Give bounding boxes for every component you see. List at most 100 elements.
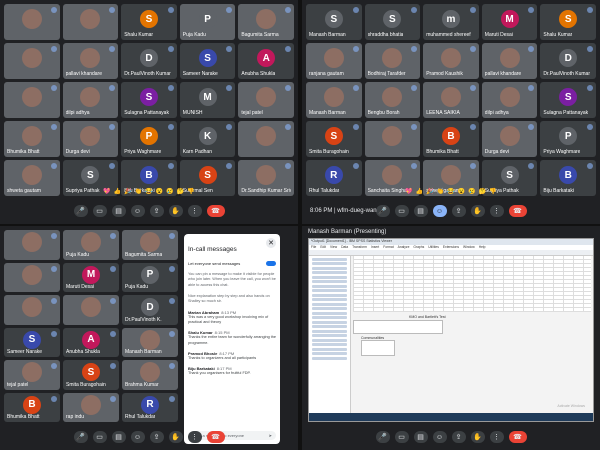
captions-icon[interactable]: ▤ [111, 205, 126, 217]
present-icon[interactable]: ⇪ [451, 205, 466, 217]
reaction-emoji[interactable]: 😢 [468, 188, 475, 198]
camera-icon[interactable]: ▭ [92, 431, 107, 443]
reaction-emoji[interactable]: 🎉 [124, 188, 131, 198]
participant-tile[interactable]: Bhumika Bhatt [4, 121, 60, 157]
present-icon[interactable]: ⇪ [451, 431, 466, 443]
end-call-icon[interactable]: ☎ [508, 431, 527, 443]
participant-tile[interactable]: pallavi khandare [62, 43, 119, 79]
reaction-emoji[interactable]: 👎 [489, 188, 496, 198]
more-icon[interactable]: ⋮ [187, 431, 202, 443]
participant-tile[interactable]: Manash Barman [122, 327, 178, 357]
participant-tile[interactable]: Bengbu Borah [364, 82, 421, 118]
emoji-icon[interactable]: ☺ [432, 205, 447, 217]
mic-icon[interactable]: 🎤 [73, 205, 88, 217]
spss-menu-item[interactable]: Data [341, 245, 348, 250]
raise-hand-icon[interactable]: ✋ [470, 205, 485, 217]
captions-icon[interactable]: ▤ [413, 431, 428, 443]
spss-menu-item[interactable]: Analyze [398, 245, 410, 250]
participant-tile[interactable]: D Dr.PaulVinoth Kumar [121, 43, 177, 79]
camera-icon[interactable]: ▭ [394, 431, 409, 443]
present-icon[interactable]: ⇪ [149, 205, 164, 217]
camera-icon[interactable]: ▭ [92, 205, 107, 217]
participant-tile[interactable]: B Bhumika Bhatt [423, 121, 479, 157]
participant-tile[interactable]: S Sameer Narake [4, 327, 60, 357]
mic-icon[interactable]: 🎤 [73, 431, 88, 443]
participant-tile[interactable]: P Priya Waghmare [121, 121, 177, 157]
spss-menu-item[interactable]: Utilities [428, 245, 439, 250]
spss-menu-item[interactable]: Window [463, 245, 475, 250]
spss-menu-item[interactable]: Extensions [443, 245, 459, 250]
participant-tile[interactable]: S Shalu Kumar [121, 4, 177, 40]
emoji-icon[interactable]: ☺ [130, 205, 145, 217]
reaction-emoji[interactable]: 🤔 [177, 188, 184, 198]
participant-tile[interactable]: Manash Barman [306, 82, 362, 118]
participant-tile[interactable]: dilpi adhya [62, 82, 119, 118]
reaction-emoji[interactable]: 💖 [103, 188, 110, 198]
participant-tile[interactable]: Puja Kadu [63, 230, 119, 260]
spss-menu-item[interactable]: Transform [352, 245, 367, 250]
mic-icon[interactable]: 🎤 [375, 431, 390, 443]
end-call-icon[interactable]: ☎ [206, 431, 225, 443]
spss-menu-item[interactable]: Help [479, 245, 486, 250]
participant-tile[interactable]: Durga devi [481, 121, 538, 157]
reaction-emoji[interactable]: 😂 [145, 188, 152, 198]
participant-tile[interactable]: tejal patel [4, 360, 60, 390]
participant-tile[interactable]: Bagumita Sarma [122, 230, 178, 260]
more-icon[interactable]: ⋮ [489, 205, 504, 217]
participant-tile[interactable]: R Rhul Talukdar [122, 392, 178, 422]
captions-icon[interactable]: ▤ [413, 205, 428, 217]
reaction-emoji[interactable]: 😂 [447, 188, 454, 198]
participant-tile[interactable] [62, 4, 119, 40]
more-icon[interactable]: ⋮ [187, 205, 202, 217]
participant-tile[interactable]: A Anubha Shukla [63, 327, 119, 357]
reaction-emoji[interactable]: 💖 [405, 188, 412, 198]
reaction-emoji[interactable]: 👏 [437, 188, 444, 198]
participant-tile[interactable]: rap indu [63, 392, 119, 422]
participant-tile[interactable]: Bagumita Sarma [238, 4, 294, 40]
participant-tile[interactable]: pallavi khandare [481, 43, 538, 79]
participant-tile[interactable]: S Sulagna Pattanayak [121, 82, 177, 118]
participant-tile[interactable]: Brahma Kumar [122, 360, 178, 390]
participant-tile[interactable]: S Manash Barman [306, 4, 362, 40]
message-permission-toggle[interactable] [266, 261, 276, 266]
spss-menu-item[interactable]: File [311, 245, 316, 250]
more-icon[interactable]: ⋮ [489, 431, 504, 443]
spss-menu-item[interactable]: Edit [320, 245, 326, 250]
reaction-emoji[interactable]: 👍 [114, 188, 121, 198]
participant-tile[interactable] [4, 230, 60, 260]
participant-tile[interactable] [4, 82, 60, 118]
reaction-emoji[interactable]: 👎 [187, 188, 194, 198]
participant-tile[interactable]: S Sameer Narake [179, 43, 236, 79]
participant-tile[interactable]: S Smita Buragohain [306, 121, 362, 157]
participant-tile[interactable]: M Maruti Desai [481, 4, 538, 40]
present-icon[interactable]: ⇪ [149, 431, 164, 443]
participant-tile[interactable]: Bodhiraj Tarafder [364, 43, 421, 79]
raise-hand-icon[interactable]: ✋ [168, 205, 183, 217]
end-call-icon[interactable]: ☎ [508, 205, 527, 217]
mic-icon[interactable]: 🎤 [375, 205, 390, 217]
captions-icon[interactable]: ▤ [111, 431, 126, 443]
reaction-emoji[interactable]: 🎉 [426, 188, 433, 198]
participant-tile[interactable]: S Shalu Kumar [540, 4, 596, 40]
reaction-emoji[interactable]: 🤔 [479, 188, 486, 198]
participant-tile[interactable]: S Sulagna Pattanayak [540, 82, 596, 118]
participant-tile[interactable]: Sshraddha bhatia [364, 4, 421, 40]
participant-tile[interactable]: tejal patel [238, 82, 294, 118]
spss-menu-item[interactable]: Graphs [413, 245, 424, 250]
spss-menu-item[interactable]: Insert [371, 245, 379, 250]
participant-tile[interactable] [4, 262, 60, 292]
participant-tile[interactable]: LEENA SAIKIA [423, 82, 479, 118]
participant-tile[interactable]: m muhammed shereef [423, 4, 479, 40]
participant-tile[interactable] [4, 295, 60, 325]
reaction-emoji[interactable]: 😮 [156, 188, 163, 198]
participant-tile[interactable]: ranjana gautam [306, 43, 362, 79]
raise-hand-icon[interactable]: ✋ [470, 431, 485, 443]
participant-tile[interactable] [4, 4, 60, 40]
participant-tile[interactable] [364, 121, 421, 157]
close-icon[interactable]: ✕ [266, 238, 276, 248]
participant-tile[interactable]: S Smita Buragohain [63, 360, 119, 390]
emoji-icon[interactable]: ☺ [130, 431, 145, 443]
participant-tile[interactable] [4, 43, 60, 79]
participant-tile[interactable]: M MUNISH [179, 82, 236, 118]
participant-tile[interactable] [63, 295, 119, 325]
